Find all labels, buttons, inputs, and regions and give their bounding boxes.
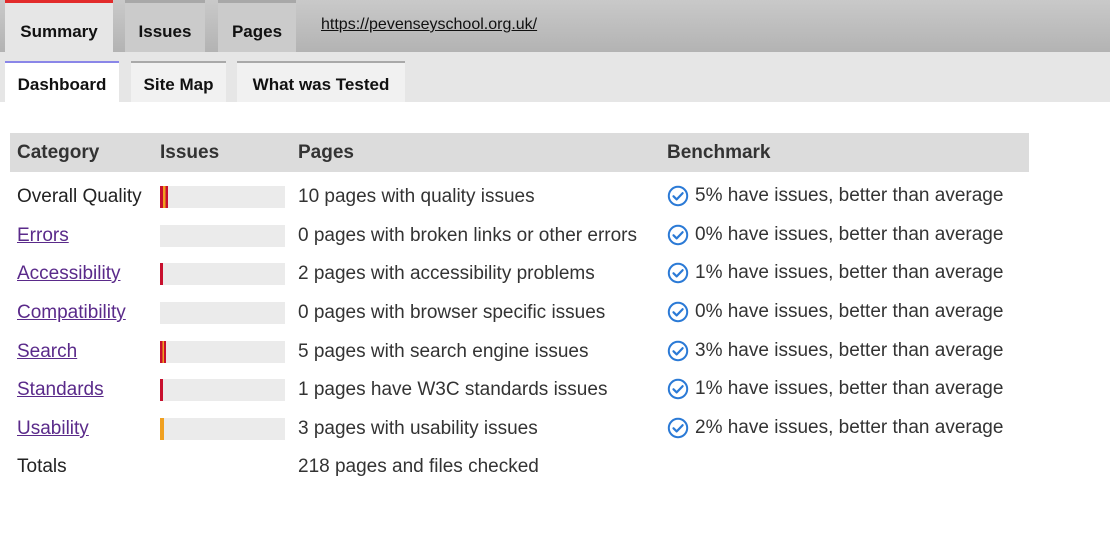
totals-pages: 218 pages and files checked [298, 456, 539, 477]
issue-bar [160, 379, 285, 401]
table-row: Usability 3 pages with usability issues 2%… [0, 417, 1110, 456]
check-circle-icon [667, 301, 689, 323]
issue-bar [160, 263, 285, 285]
check-circle-icon [667, 378, 689, 400]
table-row: Standards 1 pages have W3C standards issu… [0, 378, 1110, 417]
category-link[interactable]: Standards [17, 379, 104, 401]
benchmark-cell: 0% have issues, better than average [667, 301, 1003, 323]
check-circle-icon [667, 185, 689, 207]
category-link[interactable]: Search [17, 341, 77, 363]
table-row: Overall Quality 10 pages with quality iss… [0, 185, 1110, 224]
issue-bar [160, 225, 285, 247]
check-circle-icon [667, 417, 689, 439]
table-row: Accessibility 2 pages with accessibility … [0, 262, 1110, 301]
header-issues: Issues [160, 142, 220, 163]
benchmark-text: 3% have issues, better than average [695, 340, 1004, 361]
benchmark-cell: 2% have issues, better than average [667, 417, 1003, 439]
benchmark-text: 1% have issues, better than average [695, 262, 1004, 283]
category-link[interactable]: Accessibility [17, 263, 120, 285]
pages-text: 5 pages with search engine issues [298, 341, 589, 362]
issue-bar [160, 341, 285, 363]
pages-text: 0 pages with broken links or other error… [298, 225, 637, 246]
check-circle-icon [667, 262, 689, 284]
category-link[interactable]: Usability [17, 418, 89, 440]
totals-label: Totals [17, 456, 67, 477]
header-benchmark: Benchmark [667, 142, 771, 163]
pages-text: 0 pages with browser specific issues [298, 302, 606, 323]
issue-bar-fill [160, 341, 166, 363]
benchmark-cell: 1% have issues, better than average [667, 378, 1003, 400]
pages-text: 2 pages with accessibility problems [298, 263, 595, 284]
issue-bar-fill [160, 186, 168, 208]
header-pages: Pages [298, 142, 354, 163]
table-row: Search 5 pages with search engine issues 3… [0, 340, 1110, 379]
table-header: Category Issues Pages Benchmark [10, 133, 1029, 172]
pages-text: 3 pages with usability issues [298, 418, 538, 439]
issue-bar [160, 302, 285, 324]
top-tab-bar: Summary Issues Pages https://pevenseysch… [0, 0, 1110, 52]
issue-bar [160, 418, 285, 440]
pages-text: 10 pages with quality issues [298, 186, 535, 207]
benchmark-cell: 3% have issues, better than average [667, 340, 1003, 362]
benchmark-text: 2% have issues, better than average [695, 417, 1004, 438]
category-link[interactable]: Compatibility [17, 302, 126, 324]
benchmark-text: 1% have issues, better than average [695, 378, 1004, 399]
tab-pages[interactable]: Pages [218, 0, 296, 52]
sub-tab-bar: Dashboard Site Map What was Tested [0, 52, 1110, 102]
benchmark-cell: 1% have issues, better than average [667, 262, 1003, 284]
issue-bar-fill [160, 379, 163, 401]
check-circle-icon [667, 340, 689, 362]
issue-bar [160, 186, 285, 208]
site-url-link[interactable]: https://pevenseyschool.org.uk/ [321, 16, 537, 34]
check-circle-icon [667, 224, 689, 246]
benchmark-text: 5% have issues, better than average [695, 185, 1004, 206]
tab-dashboard[interactable]: Dashboard [5, 61, 119, 102]
issue-bar-fill [160, 418, 164, 440]
table-row: Compatibility 0 pages with browser specif… [0, 301, 1110, 340]
benchmark-cell: 5% have issues, better than average [667, 185, 1003, 207]
header-category: Category [17, 142, 100, 163]
table-row: Errors 0 pages with broken links or other… [0, 224, 1110, 263]
tab-what-was-tested[interactable]: What was Tested [237, 61, 405, 102]
tab-site-map[interactable]: Site Map [131, 61, 226, 102]
tab-summary[interactable]: Summary [5, 0, 113, 52]
category-link[interactable]: Errors [17, 225, 69, 247]
tab-issues[interactable]: Issues [125, 0, 205, 52]
totals-row: Totals 218 pages and files checked [0, 456, 1110, 494]
issue-bar-fill [160, 263, 163, 285]
category-label: Overall Quality [17, 186, 142, 207]
benchmark-text: 0% have issues, better than average [695, 224, 1004, 245]
benchmark-text: 0% have issues, better than average [695, 301, 1004, 322]
benchmark-cell: 0% have issues, better than average [667, 224, 1003, 246]
pages-text: 1 pages have W3C standards issues [298, 379, 608, 400]
